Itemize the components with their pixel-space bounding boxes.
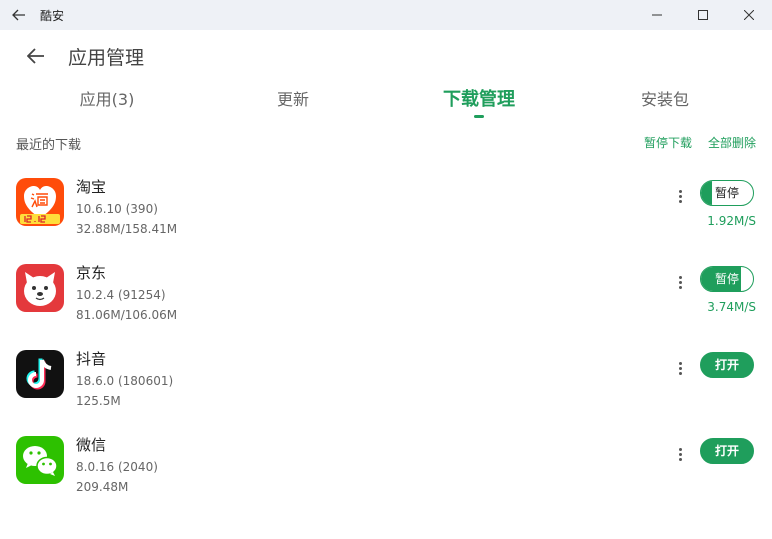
more-options-icon[interactable] bbox=[672, 186, 688, 206]
minimize-button[interactable] bbox=[634, 0, 680, 30]
back-button[interactable] bbox=[14, 36, 58, 76]
window-titlebar: 酷安 bbox=[0, 0, 772, 30]
pause-button-label: 暂停 bbox=[714, 186, 739, 200]
taobao-icon bbox=[16, 178, 64, 226]
app-version: 8.0.16 (2040) bbox=[76, 460, 158, 474]
app-name: 淘宝 bbox=[76, 178, 107, 196]
back-arrow-icon bbox=[12, 9, 25, 21]
maximize-icon bbox=[698, 10, 708, 20]
tab-download-manager-label: 下载管理 bbox=[443, 89, 515, 110]
download-speed: 1.92M/S bbox=[707, 214, 756, 228]
more-options-icon[interactable] bbox=[672, 444, 688, 464]
app-size: 32.88M/158.41M bbox=[76, 222, 178, 236]
download-item: 淘宝 10.6.10 (390) 32.88M/158.41M 暂停 1.92M… bbox=[0, 178, 772, 264]
close-icon bbox=[744, 10, 754, 20]
minimize-icon bbox=[652, 14, 662, 16]
section-title: 最近的下载 bbox=[16, 138, 82, 153]
window-back-button[interactable] bbox=[0, 0, 38, 30]
close-button[interactable] bbox=[726, 0, 772, 30]
app-version: 10.6.10 (390) bbox=[76, 202, 158, 216]
tab-packages[interactable]: 安装包 bbox=[615, 82, 715, 122]
download-progress-fill bbox=[701, 181, 712, 205]
delete-all-link[interactable]: 全部删除 bbox=[708, 134, 756, 151]
download-item: 微信 8.0.16 (2040) 209.48M 打开 bbox=[0, 436, 772, 522]
app-version: 18.6.0 (180601) bbox=[76, 374, 174, 388]
maximize-button[interactable] bbox=[680, 0, 726, 30]
app-name: 微信 bbox=[76, 436, 107, 454]
pause-downloads-link[interactable]: 暂停下载 bbox=[644, 134, 692, 151]
more-options-icon[interactable] bbox=[672, 272, 688, 292]
app-version: 10.2.4 (91254) bbox=[76, 288, 166, 302]
app-size: 209.48M bbox=[76, 480, 129, 494]
pause-button-label: 暂停 bbox=[714, 272, 739, 286]
open-button[interactable]: 打开 bbox=[700, 438, 754, 464]
page-header: 应用管理 bbox=[0, 30, 772, 82]
back-arrow-icon bbox=[27, 48, 44, 64]
app-name: 京东 bbox=[76, 264, 107, 282]
download-speed: 3.74M/S bbox=[707, 300, 756, 314]
pause-button[interactable]: 暂停 bbox=[700, 266, 754, 292]
more-options-icon[interactable] bbox=[672, 358, 688, 378]
douyin-icon bbox=[16, 350, 64, 398]
download-item: 京东 10.2.4 (91254) 81.06M/106.06M 暂停 3.74… bbox=[0, 264, 772, 350]
window-title: 酷安 bbox=[40, 8, 65, 23]
tab-apps[interactable]: 应用(3) bbox=[57, 82, 157, 122]
app-size: 125.5M bbox=[76, 394, 121, 408]
tab-active-indicator bbox=[474, 115, 484, 118]
tab-updates[interactable]: 更新 bbox=[243, 82, 343, 122]
app-name: 抖音 bbox=[76, 350, 107, 368]
pause-button[interactable]: 暂停 bbox=[700, 180, 754, 206]
open-button[interactable]: 打开 bbox=[700, 352, 754, 378]
download-item: 抖音 18.6.0 (180601) 125.5M 打开 bbox=[0, 350, 772, 436]
wechat-icon bbox=[16, 436, 64, 484]
jd-icon bbox=[16, 264, 64, 312]
tab-bar: 应用(3) 更新 下载管理 安装包 bbox=[0, 82, 772, 122]
app-size: 81.06M/106.06M bbox=[76, 308, 178, 322]
page-title: 应用管理 bbox=[68, 46, 145, 69]
tab-download-manager[interactable]: 下载管理 bbox=[429, 82, 529, 122]
